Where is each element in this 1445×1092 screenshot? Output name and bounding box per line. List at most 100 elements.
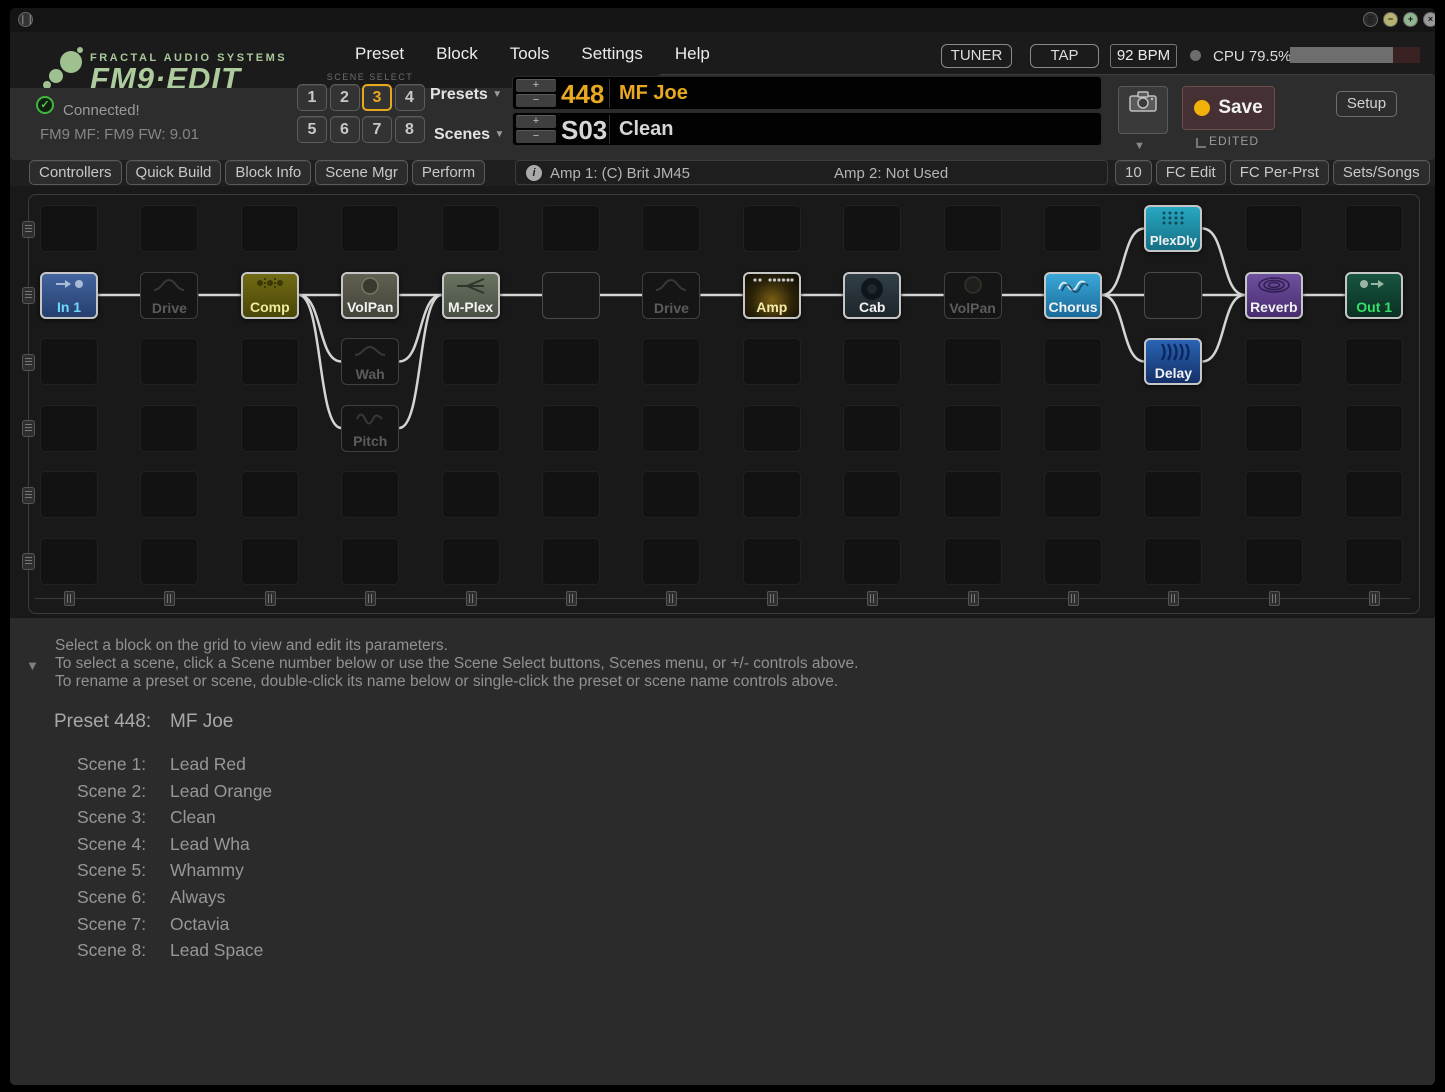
grid-cell[interactable] xyxy=(1144,405,1202,452)
scene-list-item-5[interactable]: Scene 5:Whammy xyxy=(54,857,272,884)
scene-list-name[interactable]: Whammy xyxy=(170,860,244,880)
grid-cell[interactable] xyxy=(743,538,801,585)
toolbar-block-info[interactable]: Block Info xyxy=(225,160,311,185)
column-grip[interactable] xyxy=(566,591,577,606)
grid-cell[interactable] xyxy=(542,205,600,252)
grid-cell[interactable] xyxy=(1245,205,1303,252)
grid-cell[interactable] xyxy=(743,205,801,252)
preset-list-header[interactable]: Preset 448:MF Joe xyxy=(54,711,272,733)
scene-list-name[interactable]: Lead Red xyxy=(170,754,246,774)
grid-cell[interactable] xyxy=(341,538,399,585)
scene-list-name[interactable]: Clean xyxy=(170,807,216,827)
scene-list-item-8[interactable]: Scene 8:Lead Space xyxy=(54,937,272,964)
grid-cell[interactable] xyxy=(642,205,700,252)
block-amp1b[interactable]: Amp xyxy=(743,272,801,319)
scene-list-name[interactable]: Lead Space xyxy=(170,940,263,960)
menu-block[interactable]: Block xyxy=(436,44,478,64)
grid-cell[interactable] xyxy=(140,471,198,518)
grid-cell[interactable] xyxy=(140,405,198,452)
column-grip[interactable] xyxy=(265,591,276,606)
grid-cell[interactable] xyxy=(1144,538,1202,585)
menu-help[interactable]: Help xyxy=(675,44,710,64)
save-button[interactable]: Save xyxy=(1182,86,1275,130)
preset-display[interactable]: + − 448 MF Joe xyxy=(512,76,1102,110)
scene-list-item-2[interactable]: Scene 2:Lead Orange xyxy=(54,778,272,805)
grid-cell[interactable] xyxy=(40,471,98,518)
grid-cell[interactable] xyxy=(1345,538,1403,585)
grid-cell[interactable] xyxy=(442,405,500,452)
grid-cell[interactable] xyxy=(40,405,98,452)
row-input-grip[interactable] xyxy=(22,221,35,238)
grid-cell[interactable] xyxy=(642,538,700,585)
grid-cell[interactable] xyxy=(944,471,1002,518)
toolbar-sets-songs[interactable]: Sets/Songs xyxy=(1333,160,1430,185)
grid-cell[interactable] xyxy=(1044,471,1102,518)
grid-cell[interactable] xyxy=(642,405,700,452)
block-reverb1[interactable]: Reverb xyxy=(1245,272,1303,319)
scene-list-name[interactable]: Lead Orange xyxy=(170,781,272,801)
column-grip[interactable] xyxy=(767,591,778,606)
grid-cell[interactable] xyxy=(241,205,299,252)
snapshot-menu-arrow[interactable]: ▼ xyxy=(1134,140,1145,152)
scene-select-button-8[interactable]: 8 xyxy=(395,116,425,143)
grid-cell[interactable] xyxy=(843,471,901,518)
grid-cell[interactable] xyxy=(40,338,98,385)
toolbar-10[interactable]: 10 xyxy=(1115,160,1152,185)
grid-cell[interactable] xyxy=(1345,405,1403,452)
row-input-grip[interactable] xyxy=(22,553,35,570)
grid-cell[interactable] xyxy=(442,205,500,252)
block-shunt1[interactable] xyxy=(542,272,600,319)
block-in1[interactable]: In 1 xyxy=(40,272,98,319)
grid-cell[interactable] xyxy=(1245,338,1303,385)
presets-dropdown[interactable]: Presets ▼ xyxy=(430,86,502,104)
row-input-grip[interactable] xyxy=(22,487,35,504)
grid-cell[interactable] xyxy=(542,338,600,385)
scene-decrement-button[interactable]: − xyxy=(516,130,556,143)
column-grip[interactable] xyxy=(1168,591,1179,606)
grid-cell[interactable] xyxy=(1044,205,1102,252)
tuner-button[interactable]: TUNER xyxy=(941,44,1012,68)
scene-select-button-3[interactable]: 3 xyxy=(362,84,392,111)
snapshot-button[interactable] xyxy=(1118,86,1168,134)
block-comp1[interactable]: Comp xyxy=(241,272,299,319)
grid-cell[interactable] xyxy=(442,338,500,385)
block-delay1[interactable]: Delay xyxy=(1144,338,1202,385)
grid-cell[interactable] xyxy=(341,205,399,252)
grid-cell[interactable] xyxy=(241,471,299,518)
row-input-grip[interactable] xyxy=(22,287,35,304)
collapse-arrow-icon[interactable]: ▼ xyxy=(26,658,39,673)
preset-list-name[interactable]: MF Joe xyxy=(170,711,233,732)
scene-list-item-4[interactable]: Scene 4:Lead Wha xyxy=(54,831,272,858)
block-pitch1[interactable]: Pitch xyxy=(341,405,399,452)
grid-cell[interactable] xyxy=(140,205,198,252)
preset-name[interactable]: MF Joe xyxy=(619,82,688,105)
column-grip[interactable] xyxy=(64,591,75,606)
grid-cell[interactable] xyxy=(40,205,98,252)
grid-cell[interactable] xyxy=(341,471,399,518)
window-minimize-button[interactable]: − xyxy=(1383,12,1398,27)
grid-cell[interactable] xyxy=(442,471,500,518)
grid-cell[interactable] xyxy=(241,405,299,452)
grid-cell[interactable] xyxy=(642,338,700,385)
toolbar-fc-per-prst[interactable]: FC Per-Prst xyxy=(1230,160,1329,185)
grid-cell[interactable] xyxy=(442,538,500,585)
block-mplex1[interactable]: M-Plex xyxy=(442,272,500,319)
grid-cell[interactable] xyxy=(40,538,98,585)
scene-select-button-1[interactable]: 1 xyxy=(297,84,327,111)
block-volpan1[interactable]: VolPan xyxy=(341,272,399,319)
scene-list-item-1[interactable]: Scene 1:Lead Red xyxy=(54,751,272,778)
column-grip[interactable] xyxy=(1369,591,1380,606)
grid-cell[interactable] xyxy=(642,471,700,518)
scene-list-name[interactable]: Octavia xyxy=(170,914,229,934)
block-out1[interactable]: Out 1 xyxy=(1345,272,1403,319)
grid-cell[interactable] xyxy=(1245,538,1303,585)
window-menu-button[interactable]: ❘❘ xyxy=(18,12,33,27)
row-input-grip[interactable] xyxy=(22,420,35,437)
grid-cell[interactable] xyxy=(1044,405,1102,452)
menu-settings[interactable]: Settings xyxy=(581,44,642,64)
tap-button[interactable]: TAP xyxy=(1030,44,1099,68)
scene-list-item-6[interactable]: Scene 6:Always xyxy=(54,884,272,911)
row-input-grip[interactable] xyxy=(22,354,35,371)
grid-cell[interactable] xyxy=(542,405,600,452)
grid-cell[interactable] xyxy=(542,538,600,585)
